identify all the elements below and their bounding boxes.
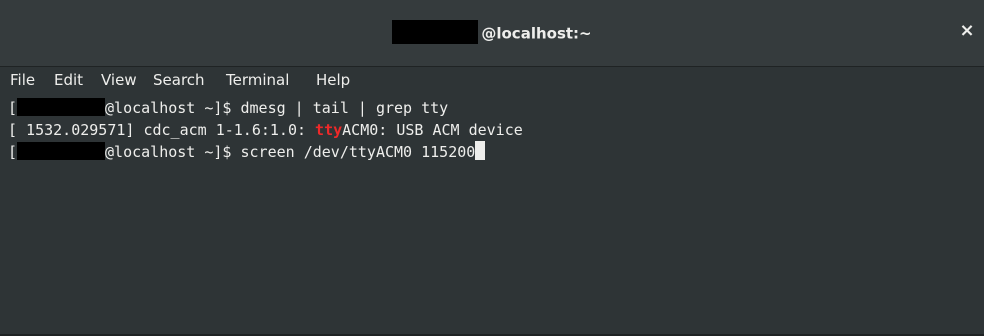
- prompt-bracket: [: [8, 143, 18, 161]
- prompt-host: @localhost ~]$: [105, 99, 241, 117]
- terminal-window: @localhost:~ × File Edit View Search Ter…: [0, 0, 984, 336]
- title-bar[interactable]: @localhost:~ ×: [0, 0, 984, 67]
- terminal-line: [ 1532.029571] cdc_acm 1-1.6:1.0: ttyACM…: [8, 119, 523, 141]
- kernel-log-suffix: ACM0: USB ACM device: [342, 121, 523, 139]
- menu-terminal[interactable]: Terminal: [226, 71, 289, 89]
- terminal-line: [ @localhost ~]$ screen /dev/ttyACM0 1152…: [8, 141, 486, 163]
- kernel-log-prefix: [ 1532.029571] cdc_acm 1-1.6:1.0:: [8, 121, 316, 139]
- redacted-username: [17, 141, 106, 160]
- terminal-output[interactable]: [@localhost ~]$ dmesg | tail | grep tty …: [0, 97, 984, 336]
- menu-view[interactable]: View: [101, 71, 137, 89]
- menu-search[interactable]: Search: [153, 71, 205, 89]
- window-title-host: @localhost:~: [481, 24, 592, 43]
- redacted-username: [392, 20, 479, 44]
- menu-edit[interactable]: Edit: [54, 71, 83, 89]
- command-text: screen /dev/ttyACM0 115200: [240, 143, 476, 161]
- window-title: @localhost:~: [0, 20, 984, 46]
- redacted-username: [17, 97, 106, 116]
- prompt-host: @localhost ~]$: [105, 143, 241, 161]
- close-icon[interactable]: ×: [956, 20, 978, 42]
- menu-help[interactable]: Help: [316, 71, 350, 89]
- text-cursor: [475, 141, 486, 160]
- grep-match-highlight: tty: [315, 121, 343, 139]
- menu-file[interactable]: File: [10, 71, 35, 89]
- terminal-line: [ @localhost ~]$ dmesg | tail | grep tty: [8, 97, 448, 119]
- menu-bar: File Edit View Search Terminal Help: [0, 67, 984, 97]
- prompt-bracket: [: [8, 99, 18, 117]
- command-text: dmesg | tail | grep tty: [240, 99, 449, 117]
